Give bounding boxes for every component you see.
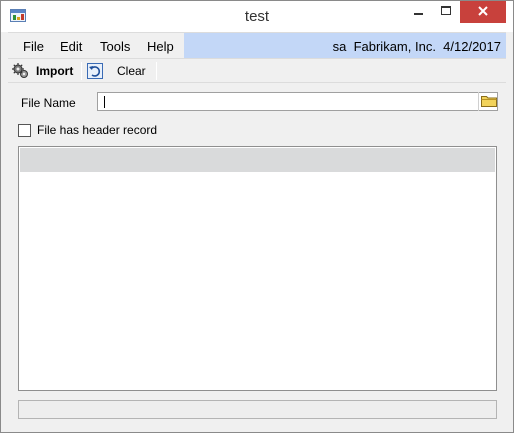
menu-edit[interactable]: Edit bbox=[60, 39, 82, 54]
menu-file[interactable]: File bbox=[23, 39, 44, 54]
maximize-button[interactable] bbox=[432, 1, 459, 23]
main-content: File Name File has header record bbox=[8, 84, 506, 427]
import-label: Import bbox=[36, 64, 74, 78]
title-bar: test bbox=[1, 1, 513, 32]
import-button[interactable]: Import bbox=[12, 61, 73, 81]
company-info: sa Fabrikam, Inc. 4/12/2017 bbox=[332, 39, 501, 54]
grid-header bbox=[20, 148, 495, 172]
app-window: test File Edit Tools Help sa Fabrikam, I… bbox=[0, 0, 514, 433]
browse-button[interactable] bbox=[478, 92, 498, 111]
close-icon bbox=[477, 5, 489, 20]
status-bar bbox=[18, 400, 497, 419]
toolbar: Import Clear bbox=[8, 58, 506, 83]
header-record-checkbox[interactable] bbox=[18, 124, 31, 137]
menu-tools[interactable]: Tools bbox=[100, 39, 130, 54]
gears-icon bbox=[12, 63, 30, 79]
undo-icon bbox=[87, 63, 103, 79]
header-record-label[interactable]: File has header record bbox=[37, 123, 157, 137]
toolbar-separator bbox=[81, 62, 82, 80]
clear-label: Clear bbox=[117, 64, 146, 78]
clear-button[interactable]: Clear bbox=[87, 61, 146, 81]
minimize-icon bbox=[413, 5, 424, 19]
toolbar-separator bbox=[156, 62, 157, 80]
maximize-icon bbox=[440, 5, 451, 19]
file-name-label: File Name bbox=[21, 96, 76, 110]
folder-icon bbox=[480, 94, 497, 110]
menu-help[interactable]: Help bbox=[147, 39, 174, 54]
file-name-input[interactable] bbox=[97, 92, 498, 111]
menu-bar: File Edit Tools Help sa Fabrikam, Inc. 4… bbox=[8, 32, 506, 58]
data-grid[interactable] bbox=[18, 146, 497, 391]
close-button[interactable] bbox=[460, 1, 506, 23]
text-caret bbox=[104, 96, 105, 108]
minimize-button[interactable] bbox=[405, 1, 432, 23]
